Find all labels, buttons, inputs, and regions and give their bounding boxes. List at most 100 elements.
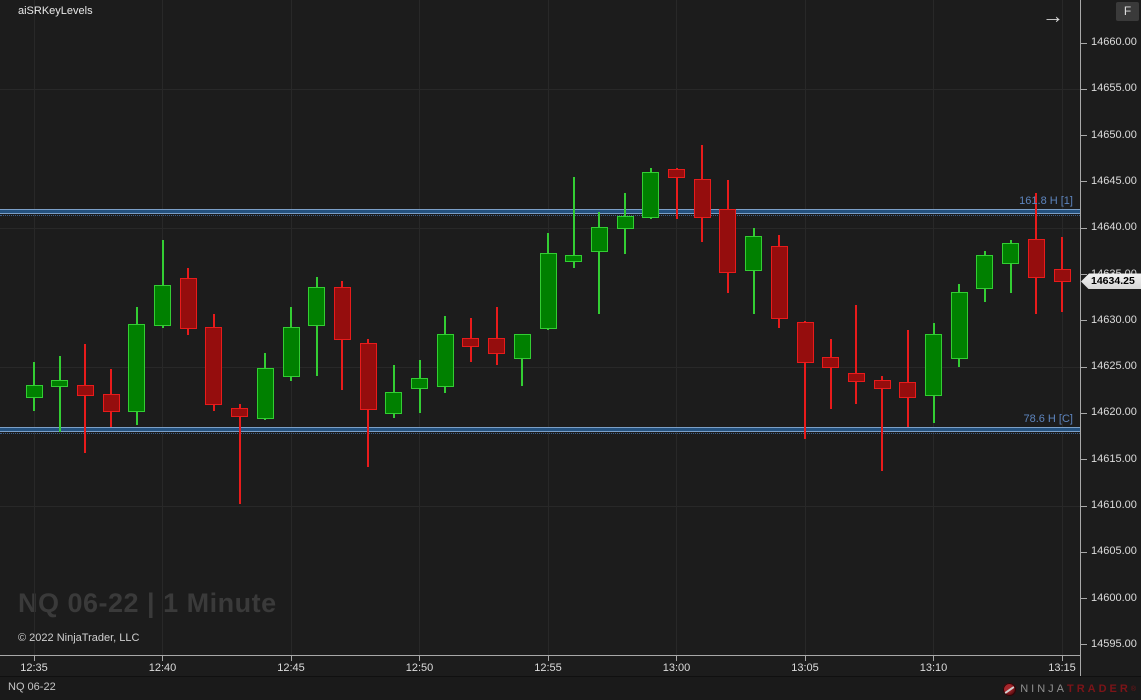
- price-axis-tick: [1081, 89, 1087, 90]
- brand-ninja-text: NINJA: [1020, 683, 1067, 695]
- time-axis-label: 12:40: [141, 662, 185, 674]
- time-axis-tick: [805, 656, 806, 661]
- candle-body: [951, 292, 968, 359]
- time-axis-label: 13:15: [1040, 662, 1084, 674]
- candle-body: [257, 368, 274, 419]
- brand-registered-mark: ®: [1131, 686, 1136, 693]
- price-axis-tick: [1081, 43, 1087, 44]
- ninjatrader-logo-icon: [1003, 683, 1016, 696]
- time-axis[interactable]: 12:3512:4012:4512:5012:5513:0013:0513:10…: [0, 655, 1080, 677]
- price-axis-label: 14595.00: [1091, 638, 1137, 650]
- candle-body: [462, 338, 479, 347]
- candle-body: [385, 392, 402, 415]
- price-axis-tick: [1081, 367, 1087, 368]
- horizontal-gridline: [0, 506, 1080, 507]
- candle-body: [1002, 243, 1019, 264]
- price-axis-tick: [1081, 506, 1087, 507]
- price-axis-label: 14625.00: [1091, 360, 1137, 372]
- vertical-gridline: [676, 0, 677, 655]
- key-level-label: 161.8 H [1]: [1019, 195, 1073, 207]
- key-level-line[interactable]: [0, 209, 1080, 214]
- time-axis-label: 13:00: [655, 662, 699, 674]
- ninjatrader-brand: NINJATRADER®: [1003, 681, 1136, 697]
- price-axis-label: 14610.00: [1091, 499, 1137, 511]
- candle-body: [1028, 239, 1045, 278]
- price-axis-label: 14650.00: [1091, 129, 1137, 141]
- chart-plot-area[interactable]: 161.8 H [1] 78.6 H [C]: [0, 0, 1080, 655]
- time-axis-tick: [1062, 656, 1063, 661]
- candle-body: [565, 255, 582, 262]
- candle-wick: [239, 404, 241, 504]
- time-axis-tick: [419, 656, 420, 661]
- price-axis-tick: [1081, 320, 1087, 321]
- candle-body: [308, 287, 325, 326]
- vertical-gridline: [419, 0, 420, 655]
- price-axis-label: 14660.00: [1091, 36, 1137, 48]
- candle-wick: [59, 356, 61, 432]
- candle-body: [719, 209, 736, 274]
- price-axis-tick: [1081, 644, 1087, 645]
- price-axis-tick: [1081, 135, 1087, 136]
- candle-body: [360, 343, 377, 410]
- candle-body: [642, 172, 659, 218]
- candle-body: [488, 338, 505, 354]
- last-price-marker: 14634.25: [1081, 273, 1141, 289]
- candle-wick: [496, 307, 498, 365]
- candle-body: [797, 322, 814, 363]
- key-level-label: 78.6 H [C]: [1023, 413, 1073, 425]
- key-level-dotted: [0, 215, 1080, 216]
- time-axis-tick: [162, 656, 163, 661]
- price-axis-label: 14645.00: [1091, 175, 1137, 187]
- brand-trader-text: TRADER: [1067, 683, 1131, 695]
- horizontal-gridline: [0, 367, 1080, 368]
- price-axis-label: 14615.00: [1091, 453, 1137, 465]
- candle-body: [283, 327, 300, 378]
- focus-button[interactable]: F: [1116, 2, 1139, 21]
- candle-wick: [830, 339, 832, 408]
- candle-body: [617, 216, 634, 230]
- price-axis-tick: [1081, 459, 1087, 460]
- candle-body: [154, 285, 171, 326]
- price-axis-tick: [1081, 274, 1087, 275]
- candle-wick: [881, 376, 883, 471]
- candle-body: [848, 373, 865, 382]
- time-axis-label: 13:10: [912, 662, 956, 674]
- time-axis-label: 12:35: [12, 662, 56, 674]
- time-axis-label: 12:50: [398, 662, 442, 674]
- candle-body: [899, 382, 916, 398]
- candle-body: [51, 380, 68, 387]
- copyright-text: © 2022 NinjaTrader, LLC: [18, 632, 139, 644]
- price-axis-label: 14620.00: [1091, 406, 1137, 418]
- time-axis-tick: [548, 656, 549, 661]
- time-axis-tick: [34, 656, 35, 661]
- candle-body: [205, 327, 222, 405]
- bottom-tab-bar: NQ 06-22 NINJATRADER®: [0, 676, 1141, 700]
- time-axis-label: 12:45: [269, 662, 313, 674]
- key-level-line[interactable]: [0, 427, 1080, 432]
- scroll-to-end-arrow-icon[interactable]: →: [1042, 4, 1064, 28]
- candle-body: [925, 334, 942, 396]
- candle-body: [128, 324, 145, 412]
- horizontal-gridline: [0, 228, 1080, 229]
- price-axis-label: 14655.00: [1091, 82, 1137, 94]
- candle-body: [694, 179, 711, 218]
- candle-body: [540, 253, 557, 329]
- candle-wick: [855, 305, 857, 405]
- time-axis-tick: [291, 656, 292, 661]
- tab-nq-06-22[interactable]: NQ 06-22: [8, 681, 56, 693]
- candle-body: [771, 246, 788, 320]
- price-axis-label: 14640.00: [1091, 221, 1137, 233]
- price-axis-tick: [1081, 552, 1087, 553]
- candle-body: [180, 278, 197, 329]
- price-axis[interactable]: 14660.00 14655.00 14650.00 14645.00 14640.00…: [1080, 0, 1141, 676]
- candle-body: [334, 287, 351, 340]
- vertical-gridline: [1062, 0, 1063, 655]
- candle-body: [1054, 269, 1071, 283]
- candle-body: [26, 385, 43, 399]
- price-axis-tick: [1081, 228, 1087, 229]
- time-axis-tick: [676, 656, 677, 661]
- price-axis-label: 14605.00: [1091, 545, 1137, 557]
- price-axis-tick: [1081, 413, 1087, 414]
- candle-body: [231, 408, 248, 417]
- candle-body: [591, 227, 608, 252]
